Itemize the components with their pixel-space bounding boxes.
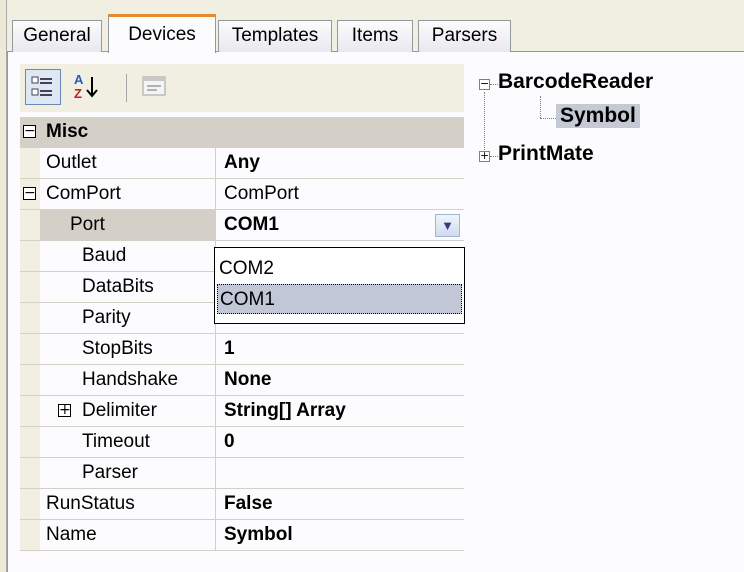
- property-value[interactable]: ComPort: [215, 179, 464, 209]
- chevron-down-icon: ▼: [441, 218, 454, 233]
- property-name: Baud: [82, 245, 127, 266]
- property-value[interactable]: Any: [215, 148, 464, 178]
- tree-connector: [490, 156, 498, 157]
- port-dropdown-list[interactable]: COM2 COM1: [214, 247, 465, 324]
- property-name: Port: [40, 210, 215, 240]
- device-tree: − BarcodeReader Symbol + PrintMate: [474, 64, 744, 194]
- row-margin: [20, 520, 40, 550]
- property-value[interactable]: [215, 458, 464, 488]
- property-pages-icon: [142, 76, 166, 96]
- property-pages-button[interactable]: [137, 69, 173, 105]
- property-row-handshake[interactable]: Handshake None: [20, 365, 464, 396]
- dropdown-option-com1[interactable]: COM1: [217, 284, 462, 314]
- property-name: RunStatus: [46, 493, 135, 514]
- property-row-parser[interactable]: Parser: [20, 458, 464, 489]
- property-name: StopBits: [82, 338, 153, 359]
- property-row-runstatus[interactable]: RunStatus False: [20, 489, 464, 520]
- tab-templates[interactable]: Templates: [218, 20, 332, 52]
- property-value[interactable]: COM1 ▼: [215, 210, 464, 240]
- dropdown-button[interactable]: ▼: [435, 214, 460, 237]
- tab-items[interactable]: Items: [337, 20, 413, 52]
- row-margin: [20, 148, 40, 178]
- tree-node-printmate[interactable]: PrintMate: [498, 142, 594, 166]
- property-value[interactable]: 0: [215, 427, 464, 457]
- property-name: Timeout: [82, 431, 150, 452]
- tree-connector: [540, 118, 556, 119]
- tree-connector: [540, 96, 541, 118]
- tree-connector: [484, 92, 485, 154]
- property-name: ComPort: [46, 183, 121, 204]
- tree-expand-icon[interactable]: +: [479, 150, 490, 162]
- alphabetical-button[interactable]: A Z: [68, 69, 104, 105]
- row-margin: [20, 334, 40, 364]
- row-margin: [20, 458, 40, 488]
- property-row-delimiter[interactable]: + Delimiter String[] Array: [20, 396, 464, 427]
- svg-text:A: A: [74, 72, 84, 87]
- category-row-misc[interactable]: − Misc: [20, 117, 464, 148]
- property-name: Handshake: [82, 369, 179, 390]
- property-grid: − Misc Outlet Any − ComPort ComPort Port…: [20, 117, 464, 551]
- tree-node-barcodereader[interactable]: BarcodeReader: [498, 70, 653, 94]
- tab-parsers[interactable]: Parsers: [418, 20, 511, 52]
- window-left-border: [0, 0, 7, 572]
- tree-connector: [490, 84, 498, 85]
- dropdown-option-com2[interactable]: COM2: [217, 254, 462, 284]
- property-name: Outlet: [46, 152, 97, 173]
- property-value[interactable]: Symbol: [215, 520, 464, 550]
- row-margin: [20, 210, 40, 240]
- tab-devices[interactable]: Devices: [108, 14, 216, 53]
- svg-text:Z: Z: [74, 86, 82, 101]
- row-margin: [20, 489, 40, 519]
- row-margin: [20, 241, 40, 271]
- categorized-button[interactable]: [25, 69, 61, 105]
- tab-general[interactable]: General: [12, 20, 102, 52]
- expand-icon[interactable]: +: [58, 403, 71, 417]
- sort-alphabetical-icon: A Z: [74, 72, 98, 101]
- property-row-name[interactable]: Name Symbol: [20, 520, 464, 551]
- row-margin: [20, 427, 40, 457]
- row-margin: [20, 365, 40, 395]
- property-value[interactable]: String[] Array: [215, 396, 464, 426]
- port-value-text: COM1: [224, 214, 279, 235]
- row-margin: [20, 272, 40, 302]
- toolbar-separator: [126, 74, 127, 102]
- property-name: Name: [46, 524, 97, 545]
- property-row-timeout[interactable]: Timeout 0: [20, 427, 464, 458]
- property-value[interactable]: False: [215, 489, 464, 519]
- property-name: Parser: [82, 462, 138, 483]
- property-grid-toolbar: A Z: [20, 64, 464, 112]
- property-value[interactable]: 1: [215, 334, 464, 364]
- property-row-outlet[interactable]: Outlet Any: [20, 148, 464, 179]
- collapse-icon[interactable]: −: [23, 124, 36, 138]
- property-value[interactable]: None: [215, 365, 464, 395]
- row-margin: [20, 396, 40, 426]
- property-name: Delimiter: [82, 400, 157, 421]
- tree-collapse-icon[interactable]: −: [479, 78, 490, 90]
- categorized-icon: [31, 76, 52, 96]
- property-row-port[interactable]: Port COM1 ▼: [20, 210, 464, 241]
- tree-node-symbol[interactable]: Symbol: [556, 104, 640, 128]
- collapse-icon[interactable]: −: [23, 186, 36, 200]
- category-label: Misc: [46, 121, 89, 142]
- row-margin: [20, 303, 40, 333]
- property-row-stopbits[interactable]: StopBits 1: [20, 334, 464, 365]
- property-row-comport[interactable]: − ComPort ComPort: [20, 179, 464, 210]
- property-name: DataBits: [82, 276, 154, 297]
- property-name: Parity: [82, 307, 131, 328]
